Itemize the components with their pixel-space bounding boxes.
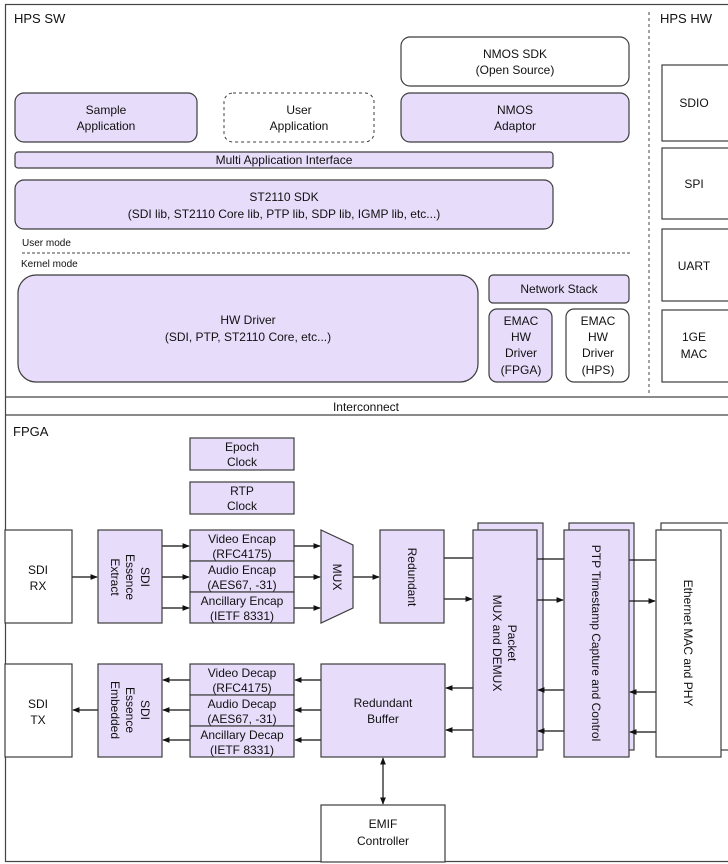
svg-text:SPI: SPI <box>684 177 703 191</box>
svg-text:1GE: 1GE <box>682 330 706 344</box>
svg-text:RTP: RTP <box>230 484 254 498</box>
svg-text:Controller: Controller <box>357 834 409 848</box>
1ge-mac-block: 1GE MAC <box>661 309 728 383</box>
mux-block: MUX <box>320 529 354 624</box>
rtp-clock-block: RTP Clock <box>189 481 295 515</box>
svg-text:SDI: SDI <box>28 563 48 577</box>
svg-text:MUX: MUX <box>330 564 344 591</box>
svg-text:Essence: Essence <box>123 554 137 600</box>
svg-text:(SDI, PTP, ST2110 Core, etc...: (SDI, PTP, ST2110 Core, etc...) <box>165 330 331 344</box>
svg-text:Video Decap: Video Decap <box>208 666 277 680</box>
svg-text:Ancillary Encap: Ancillary Encap <box>201 594 284 608</box>
svg-text:NMOS SDK: NMOS SDK <box>483 47 547 61</box>
svg-text:HW: HW <box>588 330 609 344</box>
svg-text:User: User <box>286 103 311 117</box>
hps-sw-title: HPS SW <box>14 11 66 26</box>
fpga-title: FPGA <box>13 424 49 439</box>
svg-text:ST2110 SDK: ST2110 SDK <box>249 190 318 204</box>
svg-text:Essence: Essence <box>123 687 137 733</box>
svg-text:Epoch: Epoch <box>225 440 259 454</box>
svg-text:Adaptor: Adaptor <box>494 119 536 133</box>
sdi-tx-block: SDI TX <box>4 663 73 758</box>
svg-text:Packet: Packet <box>505 625 519 662</box>
svg-text:(SDI lib, ST2110 Core lib, PTP: (SDI lib, ST2110 Core lib, PTP lib, SDP … <box>128 207 441 221</box>
st2110-sdk-block: ST2110 SDK (SDI lib, ST2110 Core lib, PT… <box>14 179 554 230</box>
svg-text:PTP Timestamp Capture and Cont: PTP Timestamp Capture and Control <box>589 545 603 742</box>
svg-text:Redundant: Redundant <box>354 696 413 710</box>
nmos-sdk-block: NMOS SDK (Open Source) <box>400 36 630 87</box>
svg-text:Ancillary Decap: Ancillary Decap <box>200 728 284 742</box>
svg-text:SDI: SDI <box>138 700 152 720</box>
svg-text:HW Driver: HW Driver <box>220 313 275 327</box>
svg-text:NMOS: NMOS <box>497 103 533 117</box>
packet-mux-demux-block: Packet MUX and DEMUX <box>472 529 538 758</box>
svg-text:Embedded: Embedded <box>108 681 122 739</box>
svg-text:Sample: Sample <box>86 103 127 117</box>
sdi-rx-block: SDI RX <box>4 529 73 624</box>
svg-text:Multi Application Interface: Multi Application Interface <box>216 153 353 167</box>
sample-application-block: Sample Application <box>14 92 198 143</box>
svg-text:MAC: MAC <box>681 347 708 361</box>
emac-fpga-driver-block: EMAC HW Driver (FPGA) <box>488 308 553 383</box>
architecture-diagram: Interconnect HPS SW HPS HW NMOS SDK (Ope… <box>4 3 728 863</box>
svg-text:SDIO: SDIO <box>679 96 708 110</box>
spi-block: SPI <box>661 147 728 220</box>
emac-hps-driver-block: EMAC HW Driver (HPS) <box>565 308 630 383</box>
network-stack-block: Network Stack <box>488 274 630 304</box>
svg-text:Audio Encap: Audio Encap <box>208 563 276 577</box>
svg-text:Redundant: Redundant <box>405 548 419 607</box>
redundant-block: Redundant <box>379 529 445 624</box>
svg-text:(FPGA): (FPGA) <box>501 363 542 377</box>
svg-text:Audio Decap: Audio Decap <box>208 697 277 711</box>
svg-text:(IETF 8331): (IETF 8331) <box>210 743 274 757</box>
svg-text:(RFC4175): (RFC4175) <box>212 547 271 561</box>
emif-controller-block: EMIF Controller <box>320 804 446 863</box>
svg-text:EMAC: EMAC <box>504 314 539 328</box>
kernel-mode-label: Kernel mode <box>21 259 78 270</box>
hps-hw-title: HPS HW <box>660 11 713 26</box>
svg-text:(IETF 8331): (IETF 8331) <box>210 609 274 623</box>
svg-text:(HPS): (HPS) <box>582 363 615 377</box>
svg-text:Driver: Driver <box>505 346 537 360</box>
svg-text:Extract: Extract <box>108 558 122 596</box>
svg-text:SDI: SDI <box>138 567 152 587</box>
nmos-adaptor-block: NMOS Adaptor <box>400 92 630 143</box>
svg-text:TX: TX <box>30 713 45 727</box>
user-application-block: User Application <box>223 92 375 143</box>
hw-driver-block: HW Driver (SDI, PTP, ST2110 Core, etc...… <box>17 274 479 383</box>
sdio-block: SDIO <box>661 64 728 142</box>
svg-text:Video Encap: Video Encap <box>208 532 276 546</box>
svg-text:(RFC4175): (RFC4175) <box>212 681 271 695</box>
svg-text:Application: Application <box>77 119 136 133</box>
sdi-essence-extract-block: SDI Essence Extract <box>97 529 163 624</box>
svg-text:(AES67, -31): (AES67, -31) <box>207 712 276 726</box>
svg-text:(AES67, -31): (AES67, -31) <box>207 578 276 592</box>
svg-text:UART: UART <box>678 259 711 273</box>
svg-text:RX: RX <box>30 579 47 593</box>
svg-text:Network Stack: Network Stack <box>520 282 598 296</box>
encap-stack: Video Encap (RFC4175) Audio Encap (AES67… <box>189 529 295 624</box>
epoch-clock-block: Epoch Clock <box>189 437 295 471</box>
svg-text:Application: Application <box>270 119 329 133</box>
sdi-essence-embedded-block: SDI Essence Embedded <box>97 663 163 758</box>
svg-text:Clock: Clock <box>227 455 258 469</box>
svg-text:Clock: Clock <box>227 499 258 513</box>
interconnect-label: Interconnect <box>333 400 400 414</box>
multi-application-interface-block: Multi Application Interface <box>14 151 554 169</box>
redundant-buffer-block: Redundant Buffer <box>320 663 446 758</box>
svg-text:MUX and DEMUX: MUX and DEMUX <box>490 595 504 692</box>
ethernet-mac-phy-block: Ethernet MAC and PHY <box>655 529 722 758</box>
ptp-timestamp-block: PTP Timestamp Capture and Control <box>563 529 630 758</box>
decap-stack: Video Decap (RFC4175) Audio Decap (AES67… <box>189 663 295 758</box>
svg-text:Buffer: Buffer <box>367 712 399 726</box>
svg-text:EMIF: EMIF <box>369 817 398 831</box>
svg-text:HW: HW <box>511 330 532 344</box>
uart-block: UART <box>661 228 728 302</box>
user-mode-label: User mode <box>22 238 71 249</box>
svg-text:Driver: Driver <box>582 346 614 360</box>
svg-text:(Open Source): (Open Source) <box>476 63 555 77</box>
svg-text:SDI: SDI <box>28 697 48 711</box>
svg-text:EMAC: EMAC <box>581 314 616 328</box>
svg-text:Ethernet MAC and PHY: Ethernet MAC and PHY <box>681 580 695 707</box>
